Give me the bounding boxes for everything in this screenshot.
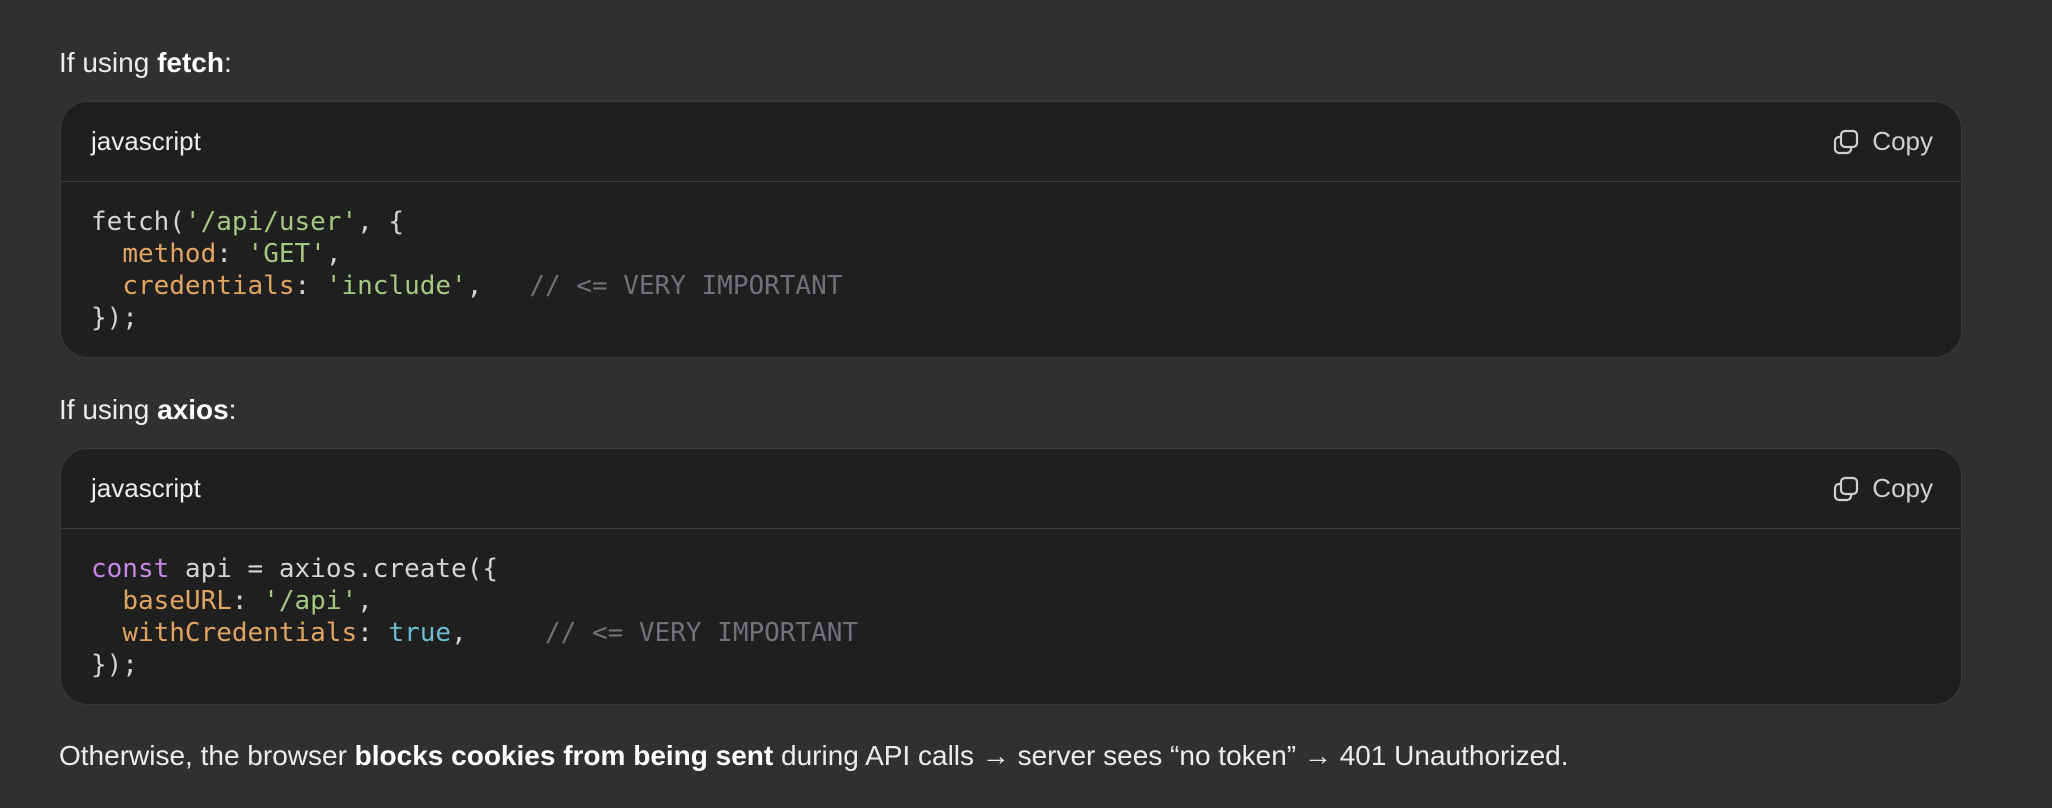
fetch-intro-prefix: If using [59,47,158,78]
code-token: , [325,239,342,269]
code-token: '/api/user' [184,207,358,237]
code-token: credentials [122,271,295,301]
fetch-intro-suffix: : [223,47,232,78]
copy-button[interactable]: Copy [1832,473,1933,504]
copy-button[interactable]: Copy [1832,126,1933,157]
axios-intro-text: If using axios: [59,392,236,428]
code-block-header: javascript Copy [61,449,1961,529]
code-line: const api = axios.create({ [91,553,1931,585]
code-token: : [357,618,389,648]
code-token: '/api' [263,586,358,616]
fetch-intro-text: If using fetch: [59,45,232,81]
axios-intro-bold: axios [157,394,229,425]
code-line: baseURL: '/api', [91,585,1931,617]
conclusion-suffix: during API calls → server sees “no token… [773,740,1569,771]
code-token: : [216,239,248,269]
code-line: }); [91,649,1931,681]
code-token: const [91,554,170,584]
code-line: withCredentials: true, // <= VERY IMPORT… [91,617,1931,649]
conclusion-text: Otherwise, the browser blocks cookies fr… [59,738,1569,774]
code-token: 'GET' [247,239,326,269]
conclusion-prefix: Otherwise, the browser [59,740,355,771]
fetch-code-block: javascript Copy fetch('/api/user', { met… [60,101,1962,358]
code-line: }); [91,302,1931,334]
axios-code-block: javascript Copy const api = axios.create… [60,448,1962,705]
code-token: // <= VERY IMPORTANT [544,618,859,648]
axios-intro-suffix: : [228,394,237,425]
code-line: credentials: 'include', // <= VERY IMPOR… [91,270,1931,302]
conclusion-bold: blocks cookies from being sent [354,740,774,771]
code-token: }); [91,650,138,680]
code-token: baseURL [122,586,232,616]
code-token: // <= VERY IMPORTANT [529,271,843,301]
copy-label: Copy [1872,473,1933,503]
code-token: api = axios.create({ [169,554,499,584]
fetch-intro-bold: fetch [157,47,224,78]
code-language-label: javascript [91,473,201,503]
code-token: : [231,586,264,616]
code-block-header: javascript Copy [61,102,1961,182]
code-language-label: javascript [91,126,201,156]
code-token: fetch( [91,207,185,237]
code-token: method [122,239,217,269]
copy-icon [1832,475,1860,503]
code-token: , [466,271,530,301]
code-token: , [451,618,545,648]
code-line: method: 'GET', [91,238,1931,270]
code-line: fetch('/api/user', { [91,206,1931,238]
code-token: true [388,618,452,648]
code-token: , { [357,207,405,237]
code-content: const api = axios.create({ baseURL: '/ap… [61,529,1961,681]
code-token: 'include' [325,271,467,301]
copy-label: Copy [1872,126,1933,156]
code-content: fetch('/api/user', { method: 'GET', cred… [61,182,1961,334]
code-token: : [294,271,326,301]
code-token: withCredentials [122,618,358,648]
axios-intro-prefix: If using [59,394,158,425]
code-token: }); [91,303,138,333]
code-token: , [357,586,373,616]
copy-icon [1832,128,1860,156]
